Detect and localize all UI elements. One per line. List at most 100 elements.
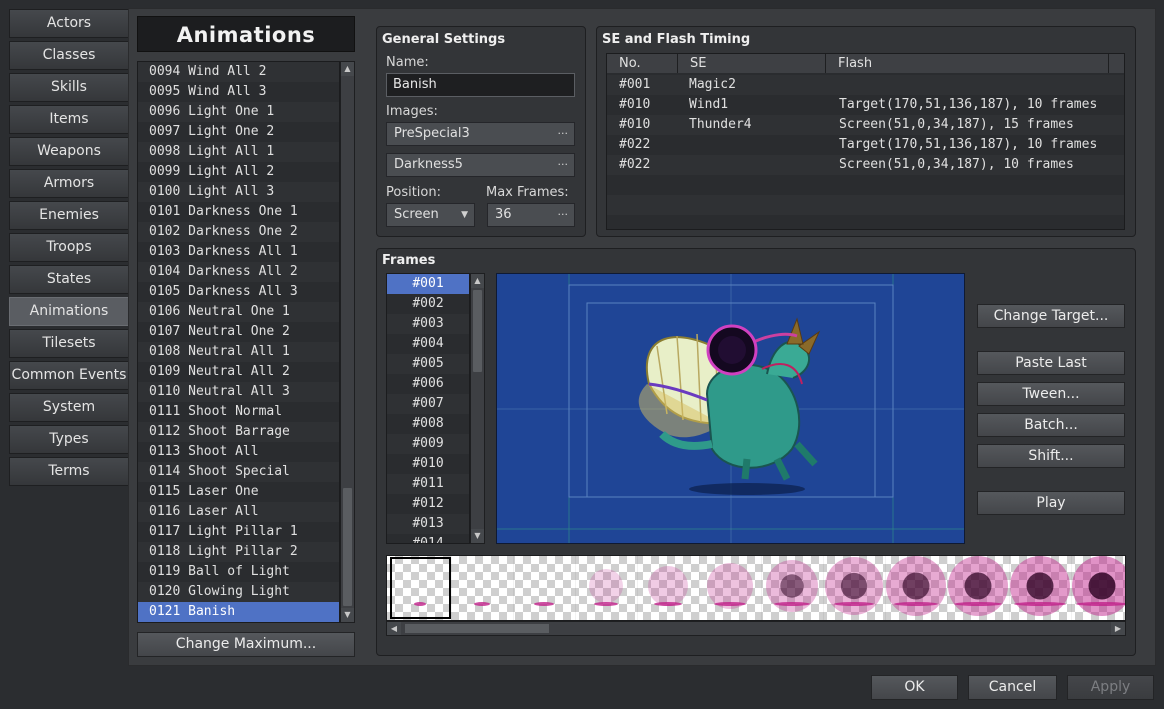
play-button[interactable]: Play — [977, 491, 1125, 515]
scroll-right-icon[interactable]: ▶ — [1111, 622, 1125, 635]
animation-list-item[interactable]: 0098 Light All 1 — [138, 142, 339, 162]
shift-button[interactable]: Shift... — [977, 444, 1125, 468]
scroll-up-icon[interactable]: ▲ — [471, 274, 484, 288]
animation-list-item[interactable]: 0114 Shoot Special — [138, 462, 339, 482]
animation-list-scrollbar[interactable]: ▲ ▼ — [340, 61, 355, 623]
animation-list[interactable]: 0094 Wind All 2 0095 Wind All 3 0096 Light… — [137, 61, 340, 623]
frame-list-item[interactable]: #010 — [387, 454, 469, 474]
animation-cell[interactable] — [885, 556, 948, 620]
animation-cell-strip[interactable] — [386, 555, 1126, 621]
animation-list-item[interactable]: 0118 Light Pillar 2 — [138, 542, 339, 562]
tab-armors[interactable]: Armors — [9, 169, 129, 198]
tab-weapons[interactable]: Weapons — [9, 137, 129, 166]
tab-system[interactable]: System — [9, 393, 129, 422]
ok-button[interactable]: OK — [871, 675, 958, 700]
animation-preview-canvas[interactable] — [496, 273, 965, 544]
change-maximum-button[interactable]: Change Maximum... — [137, 632, 355, 657]
animation-list-item[interactable]: 0117 Light Pillar 1 — [138, 522, 339, 542]
tween-button[interactable]: Tween... — [977, 382, 1125, 406]
animation-list-item[interactable]: 0111 Shoot Normal — [138, 402, 339, 422]
tab-actors[interactable]: Actors — [9, 9, 129, 38]
table-row[interactable]: #022 Target(170,51,136,187), 10 frames — [607, 135, 1124, 155]
column-no[interactable]: No. — [607, 54, 678, 73]
frames-list[interactable]: #001 #002 #003 #004 #005 #006 #007 #008 #009 #010… — [386, 273, 470, 544]
animation-list-item[interactable]: 0113 Shoot All — [138, 442, 339, 462]
frame-list-item[interactable]: #002 — [387, 294, 469, 314]
animation-cell[interactable] — [513, 556, 576, 620]
scroll-thumb[interactable] — [405, 624, 549, 633]
animation-list-item[interactable]: 0110 Neutral All 3 — [138, 382, 339, 402]
animation-list-item[interactable]: 0100 Light All 3 — [138, 182, 339, 202]
cancel-button[interactable]: Cancel — [968, 675, 1057, 700]
scroll-down-icon[interactable]: ▼ — [341, 608, 354, 622]
table-row[interactable]: #022 Screen(51,0,34,187), 10 frames — [607, 155, 1124, 175]
se-flash-table[interactable]: No. SE Flash #001 Magic2 #010 Wind1 Target(1… — [606, 53, 1125, 230]
animation-list-item[interactable]: 0112 Shoot Barrage — [138, 422, 339, 442]
scroll-thumb[interactable] — [473, 290, 482, 372]
frame-list-item[interactable]: #009 — [387, 434, 469, 454]
animation-list-item[interactable]: 0108 Neutral All 1 — [138, 342, 339, 362]
frame-list-item[interactable]: #004 — [387, 334, 469, 354]
cell-strip-scrollbar[interactable]: ◀ ▶ — [386, 621, 1126, 636]
animation-cell[interactable] — [389, 556, 452, 620]
animation-list-item[interactable]: 0107 Neutral One 2 — [138, 322, 339, 342]
frame-list-item[interactable]: #012 — [387, 494, 469, 514]
frame-list-item[interactable]: #006 — [387, 374, 469, 394]
image1-picker[interactable]: PreSpecial3 ··· — [386, 122, 575, 146]
animation-list-item[interactable]: 0119 Ball of Light — [138, 562, 339, 582]
animation-list-item[interactable]: 0121 Banish — [138, 602, 339, 622]
apply-button[interactable]: Apply — [1067, 675, 1154, 700]
animation-list-item[interactable]: 0116 Laser All — [138, 502, 339, 522]
table-row[interactable]: #010 Thunder4 Screen(51,0,34,187), 15 fram… — [607, 115, 1124, 135]
animation-list-item[interactable]: 0094 Wind All 2 — [138, 62, 339, 82]
animation-list-item[interactable]: 0096 Light One 1 — [138, 102, 339, 122]
scroll-thumb[interactable] — [343, 488, 352, 606]
animation-list-item[interactable]: 0103 Darkness All 1 — [138, 242, 339, 262]
frame-list-item[interactable]: #007 — [387, 394, 469, 414]
animation-list-item[interactable]: 0102 Darkness One 2 — [138, 222, 339, 242]
tab-common-events[interactable]: Common Events — [9, 361, 129, 390]
table-row[interactable]: #010 Wind1 Target(170,51,136,187), 10 fram… — [607, 95, 1124, 115]
column-se[interactable]: SE — [678, 54, 826, 73]
animation-list-item[interactable]: 0095 Wind All 3 — [138, 82, 339, 102]
animation-list-item[interactable]: 0104 Darkness All 2 — [138, 262, 339, 282]
animation-list-item[interactable]: 0106 Neutral One 1 — [138, 302, 339, 322]
column-flash[interactable]: Flash — [826, 54, 1109, 73]
animation-list-item[interactable]: 0115 Laser One — [138, 482, 339, 502]
table-row[interactable]: #001 Magic2 — [607, 75, 1124, 95]
animation-cell[interactable] — [823, 556, 886, 620]
change-target-button[interactable]: Change Target... — [977, 304, 1125, 328]
frame-list-item[interactable]: #005 — [387, 354, 469, 374]
batch-button[interactable]: Batch... — [977, 413, 1125, 437]
tab-tilesets[interactable]: Tilesets — [9, 329, 129, 358]
animation-cell[interactable] — [947, 556, 1010, 620]
animation-cell[interactable] — [699, 556, 762, 620]
animation-list-item[interactable]: 0099 Light All 2 — [138, 162, 339, 182]
position-select[interactable]: Screen ▼ — [386, 203, 475, 227]
animation-list-item[interactable]: 0120 Glowing Light — [138, 582, 339, 602]
frames-list-scrollbar[interactable]: ▲ ▼ — [470, 273, 485, 544]
image2-picker[interactable]: Darkness5 ··· — [386, 153, 575, 177]
name-field[interactable]: Banish — [386, 73, 575, 97]
scroll-down-icon[interactable]: ▼ — [471, 529, 484, 543]
animation-cell[interactable] — [451, 556, 514, 620]
tab-animations[interactable]: Animations — [9, 297, 129, 326]
empty-row[interactable] — [607, 215, 1124, 229]
tab-states[interactable]: States — [9, 265, 129, 294]
animation-cell[interactable] — [637, 556, 700, 620]
frame-list-item[interactable]: #008 — [387, 414, 469, 434]
empty-row[interactable] — [607, 175, 1124, 195]
tab-skills[interactable]: Skills — [9, 73, 129, 102]
frame-list-item[interactable]: #013 — [387, 514, 469, 534]
max-frames-field[interactable]: 36 ··· — [487, 203, 575, 227]
animation-cell[interactable] — [1071, 556, 1125, 620]
scroll-left-icon[interactable]: ◀ — [387, 622, 401, 635]
scroll-up-icon[interactable]: ▲ — [341, 62, 354, 76]
tab-troops[interactable]: Troops — [9, 233, 129, 262]
tab-types[interactable]: Types — [9, 425, 129, 454]
animation-cell[interactable] — [761, 556, 824, 620]
tab-classes[interactable]: Classes — [9, 41, 129, 70]
tab-items[interactable]: Items — [9, 105, 129, 134]
empty-row[interactable] — [607, 195, 1124, 215]
frame-list-item[interactable]: #011 — [387, 474, 469, 494]
